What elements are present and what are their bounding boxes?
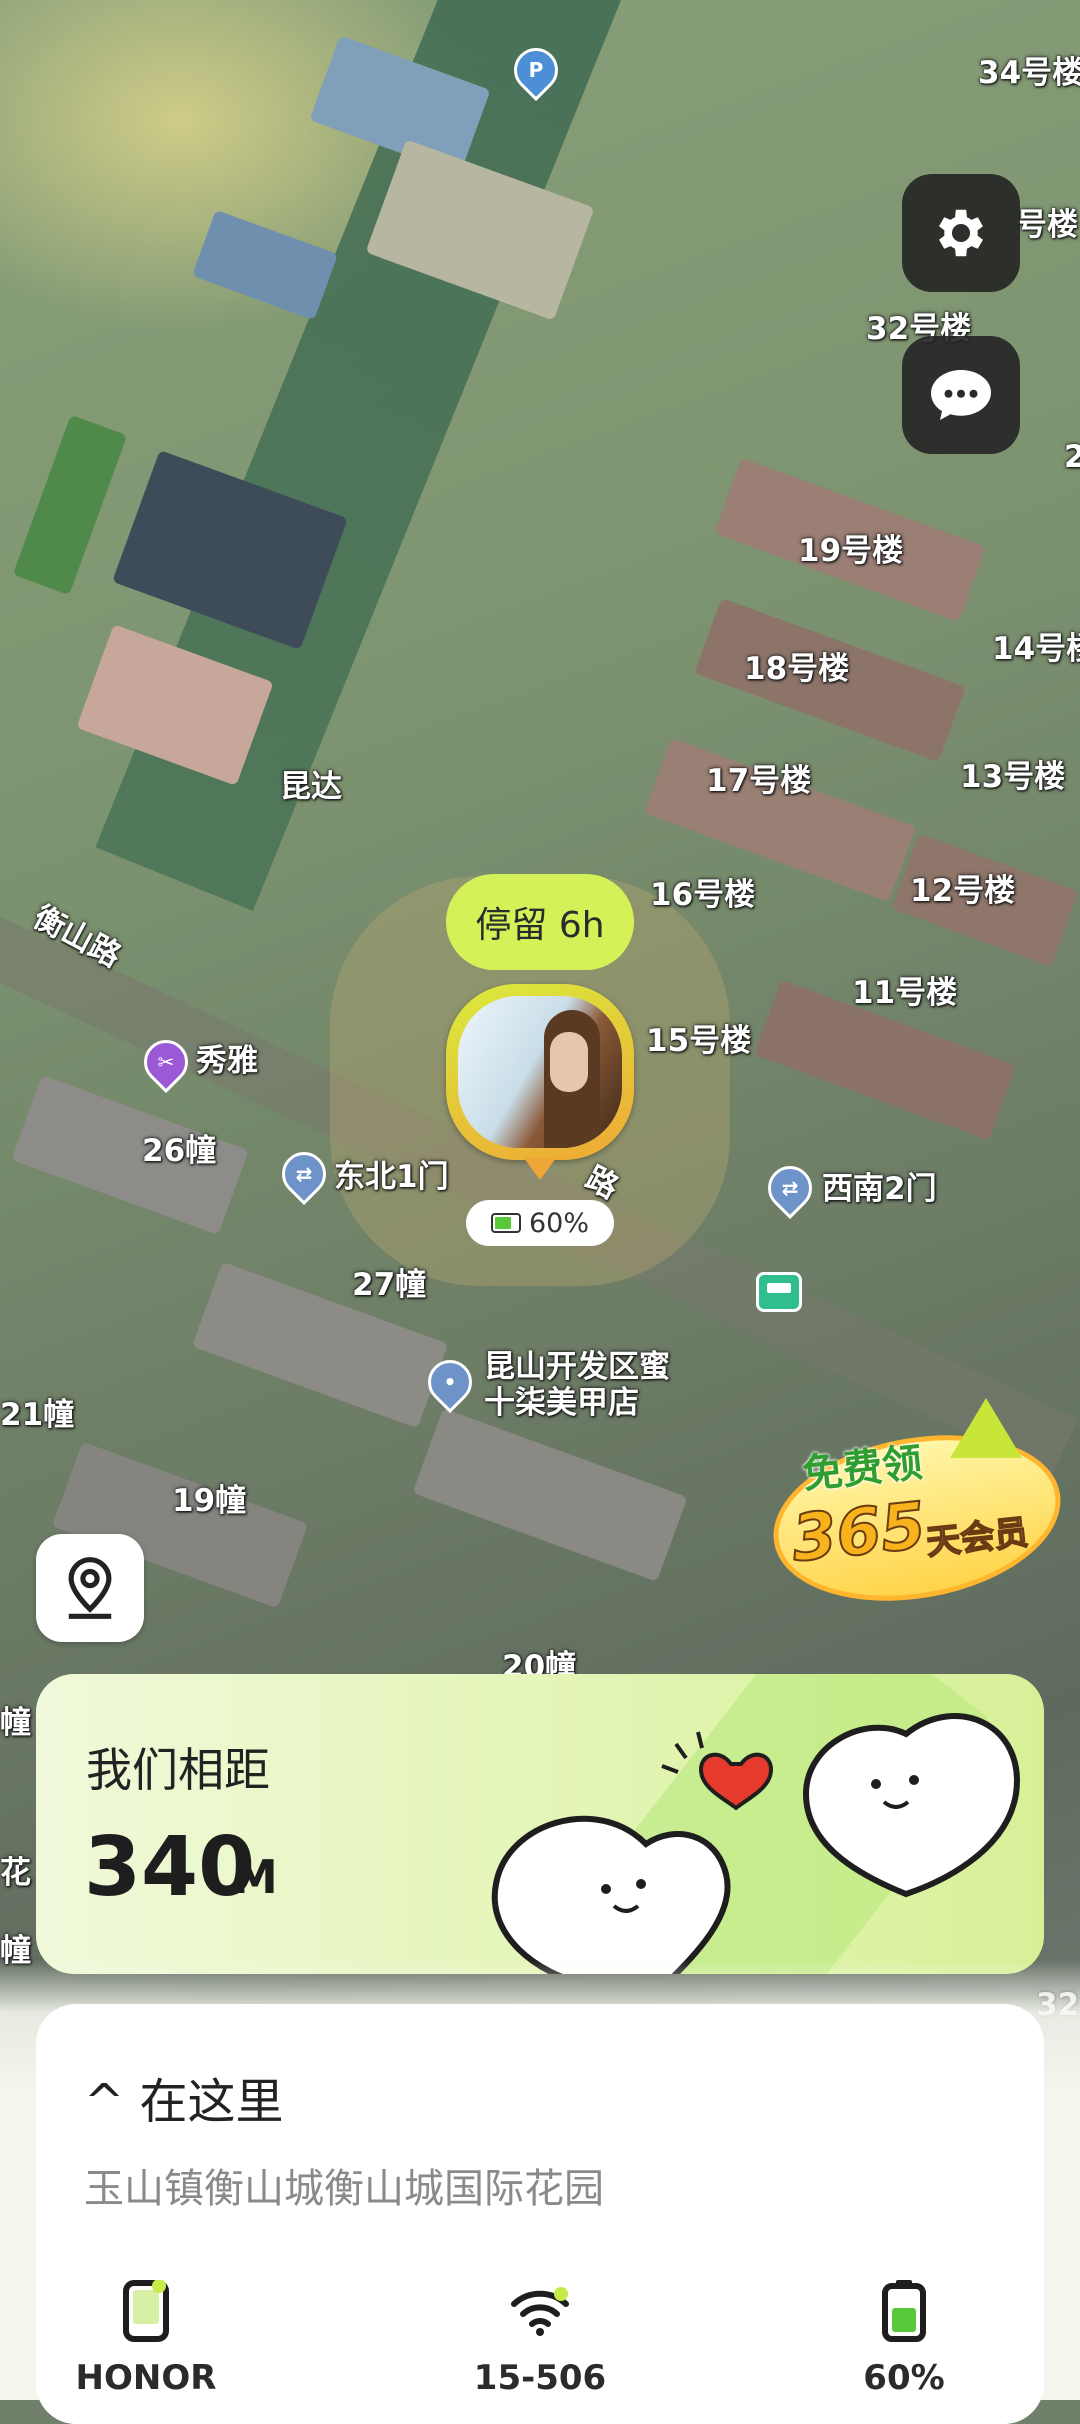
wifi-name: 15-506 — [473, 2358, 607, 2398]
locate-button[interactable] — [36, 1534, 144, 1642]
phone-icon — [123, 2280, 169, 2342]
gate-pin-icon[interactable]: ⇄ — [758, 1156, 822, 1220]
promo-number: 365 — [787, 1488, 930, 1578]
map-label: 34号楼 — [978, 55, 1080, 91]
crown-icon — [950, 1398, 1022, 1458]
avatar — [458, 996, 622, 1148]
map-label: 花 — [0, 1855, 31, 1891]
battery-percent: 60% — [528, 1207, 589, 1239]
map-label: 幢 — [0, 1705, 31, 1741]
vip-promo-sticker[interactable]: 免费领 365 天会员 — [760, 1398, 1074, 1622]
map-label: 12号楼 — [910, 873, 1016, 909]
hearts-illustration — [491, 1713, 1020, 1974]
message-button[interactable] — [902, 336, 1020, 454]
gate-pin-icon[interactable]: ⇄ — [272, 1142, 336, 1206]
bus-stop-icon[interactable] — [756, 1272, 802, 1312]
location-pin-icon — [68, 1557, 112, 1619]
map-label: 21幢 — [0, 1397, 75, 1433]
chat-bubble-icon — [931, 370, 991, 420]
wifi-stat: 15-506 — [430, 2276, 650, 2398]
map-label: 16号楼 — [650, 877, 756, 913]
map-label: 号楼 — [1016, 207, 1078, 243]
distance-title: 我们相距 — [86, 1743, 270, 1797]
device-name: HONOR — [75, 2358, 217, 2398]
map-label: 19号楼 — [798, 533, 904, 569]
map-label: 2 — [1064, 439, 1080, 475]
stay-duration-bubble[interactable]: 停留 6h — [446, 874, 634, 970]
building-block — [12, 414, 128, 596]
map-label: 东北1门 — [334, 1159, 449, 1195]
building-block — [412, 1408, 688, 1582]
building-block — [191, 209, 339, 321]
map-label: 15号楼 — [646, 1023, 752, 1059]
map-label: 昆达 — [280, 769, 342, 805]
battery-level: 60% — [863, 2358, 945, 2398]
battery-icon — [882, 2280, 926, 2342]
distance-card[interactable]: 我们相距 340 M — [36, 1674, 1044, 1974]
gear-icon — [939, 209, 983, 257]
distance-unit: M — [232, 1850, 278, 1904]
marker-pointer — [524, 1158, 556, 1180]
map-label: 18号楼 — [744, 651, 850, 687]
map-label: 17号楼 — [706, 763, 812, 799]
location-title[interactable]: ^ 在这里 — [84, 2062, 283, 2132]
location-info-panel[interactable]: ^ 在这里 玉山镇衡山城衡山城国际花园 HONOR 15-506 60% — [36, 2004, 1044, 2424]
partner-battery-badge: 60% — [466, 1200, 614, 1246]
location-address: 玉山镇衡山城衡山城国际花园 — [84, 2166, 604, 2212]
map-label: 西南2门 — [822, 1171, 937, 1207]
map-label: 昆山开发区蜜十柒美甲店 — [484, 1349, 670, 1421]
battery-icon — [490, 1213, 521, 1233]
map-label: 11号楼 — [852, 975, 958, 1011]
map-label: 秀雅 — [196, 1043, 258, 1079]
partner-avatar-marker[interactable] — [446, 984, 634, 1160]
map-label: 19幢 — [172, 1483, 247, 1519]
wifi-icon — [511, 2287, 569, 2336]
map-label: 26幢 — [142, 1133, 217, 1169]
map-label: 27幢 — [352, 1267, 427, 1303]
device-stat: HONOR — [36, 2276, 256, 2398]
map-label: 13号楼 — [960, 759, 1066, 795]
settings-button[interactable] — [902, 174, 1020, 292]
distance-value: 340 — [84, 1820, 256, 1915]
battery-stat: 60% — [794, 2276, 1014, 2398]
map-label: 14号楼 — [992, 631, 1080, 667]
